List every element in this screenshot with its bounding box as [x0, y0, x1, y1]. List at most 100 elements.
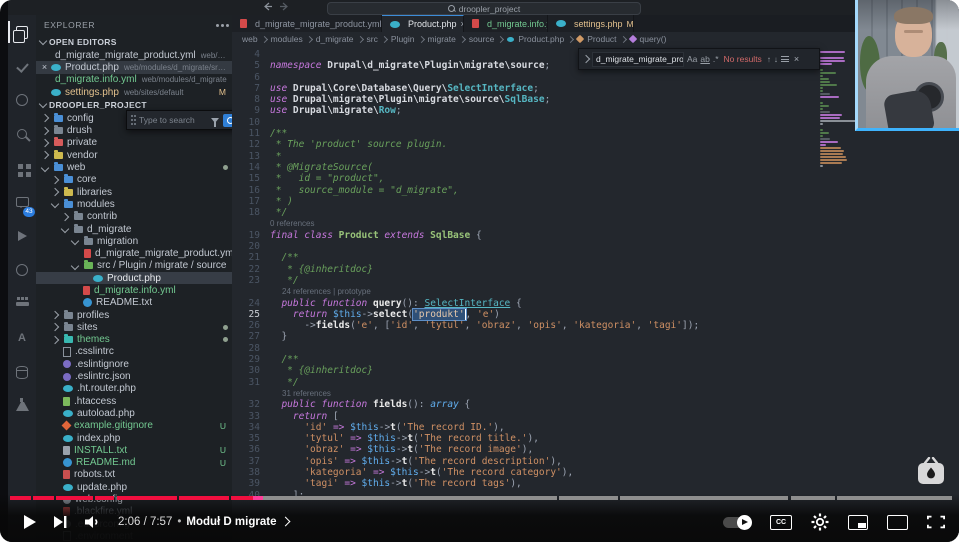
editor-pane[interactable]: d_migrate_migrate_product.yml Product.php… — [232, 15, 959, 542]
next-match-icon[interactable]: ↓ — [774, 55, 778, 64]
filter-icon[interactable] — [211, 117, 220, 127]
chapter-chevron-icon[interactable] — [281, 516, 291, 527]
grip-icon[interactable] — [131, 115, 133, 117]
open-editors-header[interactable]: OPEN EDITORS — [36, 35, 232, 49]
chapter-segment[interactable] — [790, 496, 835, 500]
volume-button[interactable] — [76, 515, 108, 529]
tab-d-migrate-migrate-product-yml[interactable]: d_migrate_migrate_product.yml — [232, 15, 382, 32]
tree-item[interactable]: robots.txt — [36, 469, 232, 481]
back-icon[interactable] — [263, 2, 272, 11]
tree-item[interactable]: .eslintignore — [36, 358, 232, 370]
settings-button[interactable] — [811, 513, 829, 531]
theater-button[interactable] — [887, 514, 908, 530]
whole-word-icon[interactable]: ab — [700, 54, 709, 64]
channel-watermark[interactable] — [914, 456, 948, 492]
tree-item[interactable]: autoload.php — [36, 407, 232, 419]
more-actions-icon[interactable] — [221, 23, 224, 27]
breadcrumb-item[interactable]: migrate — [428, 34, 456, 44]
breadcrumb-item[interactable]: d_migrate — [316, 34, 354, 44]
tree-item[interactable]: .csslintrc — [36, 346, 232, 358]
tree-item[interactable]: .eslintrc.json — [36, 370, 232, 382]
open-editor-item[interactable]: d_migrate_migrate_product.yml web/modules… — [36, 49, 232, 61]
prev-match-icon[interactable]: ↑ — [767, 55, 771, 64]
open-editor-item[interactable]: × Product.php web/modules/d_migrate/src/Pl… — [36, 61, 232, 74]
tab-settings-php[interactable]: settings.php M — [548, 15, 634, 32]
chapter-segment[interactable] — [179, 496, 229, 500]
chapter-title[interactable]: Moduł D migrate — [186, 516, 276, 528]
chapter-segment[interactable] — [116, 496, 178, 500]
activity-test-flask-icon[interactable] — [8, 389, 36, 423]
codelens[interactable]: 0 references — [232, 218, 818, 229]
tree-item[interactable]: d_migrate — [36, 223, 232, 235]
activity-search-icon[interactable] — [8, 117, 36, 151]
tree-item[interactable]: README.md U — [36, 457, 232, 469]
tree-item[interactable]: Product.php — [36, 272, 232, 285]
tab-d-migrate-info-yml[interactable]: d_migrate.info.yml — [464, 15, 548, 32]
command-center[interactable]: droopler_project — [327, 2, 641, 15]
breadcrumb-item[interactable]: Product.php — [518, 34, 564, 44]
breadcrumb-item[interactable]: web — [242, 34, 258, 44]
activity-extensions-icon[interactable] — [8, 151, 36, 185]
chapter-segment[interactable] — [231, 496, 557, 500]
tree-item[interactable]: themes — [36, 334, 232, 346]
regex-icon[interactable]: .* — [713, 54, 719, 64]
find-input[interactable]: d_migrate_migrate_proc — [592, 51, 684, 67]
fullscreen-button[interactable] — [927, 515, 945, 529]
tree-item[interactable]: libraries — [36, 186, 232, 198]
find-in-selection-icon[interactable] — [780, 56, 789, 62]
breadcrumb[interactable]: web modules d_migrate src Plugin migrate sourc… — [232, 32, 959, 46]
chapter-segment[interactable] — [95, 496, 115, 500]
chapter-segment[interactable] — [836, 496, 952, 500]
activity-php-icon[interactable] — [8, 253, 36, 287]
tree-item[interactable]: src / Plugin / migrate / source — [36, 260, 232, 272]
miniplayer-button[interactable] — [848, 514, 868, 530]
tree-item[interactable]: README.txt — [36, 297, 232, 309]
match-case-icon[interactable]: Aa — [687, 54, 697, 64]
tree-item[interactable]: profiles — [36, 309, 232, 321]
list-filter-widget[interactable]: Type to search × — [126, 110, 232, 130]
breadcrumb-item[interactable]: source — [469, 34, 495, 44]
codelens[interactable]: 24 references | prototype — [232, 286, 818, 297]
close-icon[interactable]: × — [794, 54, 799, 64]
minimap[interactable] — [818, 48, 860, 502]
tree-item[interactable]: d_migrate.info.yml — [36, 284, 232, 296]
play-button[interactable] — [14, 514, 44, 530]
open-editor-item[interactable]: d_migrate.info.yml web/modules/d_migrate — [36, 74, 232, 86]
breadcrumb-item[interactable]: Product — [587, 34, 616, 44]
tab-product-php[interactable]: Product.php× — [382, 15, 464, 32]
tree-item[interactable]: web — [36, 161, 232, 173]
autoplay-toggle[interactable] — [723, 514, 752, 530]
next-button[interactable] — [44, 515, 76, 529]
activity-docker-icon[interactable] — [8, 287, 36, 321]
activity-database-icon[interactable] — [8, 355, 36, 389]
forward-icon[interactable] — [280, 2, 289, 11]
tree-item[interactable]: core — [36, 174, 232, 186]
tree-item[interactable]: migration — [36, 235, 232, 247]
breadcrumb-item[interactable]: query() — [640, 34, 667, 44]
tree-item[interactable]: private — [36, 137, 232, 149]
tree-item[interactable]: INSTALL.txt U — [36, 444, 232, 456]
chapter-segment[interactable] — [620, 496, 789, 500]
tree-item[interactable]: sites — [36, 321, 232, 333]
chapter-segment[interactable] — [56, 496, 94, 500]
playhead-icon[interactable] — [253, 496, 263, 500]
progress-bar[interactable] — [0, 496, 959, 500]
activity-explorer-icon[interactable] — [8, 15, 36, 49]
activity-chat-icon[interactable]: 43 — [8, 185, 36, 219]
chapter-segment[interactable] — [33, 496, 55, 500]
tree-item[interactable]: d_migrate_migrate_product.yml — [36, 247, 232, 259]
search-button[interactable] — [223, 113, 232, 127]
tree-item[interactable]: vendor — [36, 149, 232, 161]
code-editor[interactable]: 4 5 namespace Drupal\d_migrate\Plugin\migr… — [232, 46, 818, 542]
chapter-segment[interactable] — [558, 496, 619, 500]
chapter-segment[interactable] — [9, 496, 32, 500]
open-editor-item[interactable]: settings.php web/sites/default M — [36, 86, 232, 98]
tree-item[interactable]: example.gitignore U — [36, 420, 232, 432]
breadcrumb-item[interactable]: modules — [271, 34, 303, 44]
activity-run-icon[interactable] — [8, 219, 36, 253]
activity-source-control-check-icon[interactable] — [8, 49, 36, 83]
activity-debug-icon[interactable] — [8, 83, 36, 117]
filter-input[interactable]: Type to search — [139, 115, 207, 125]
close-icon[interactable]: × — [40, 62, 49, 72]
tree-item[interactable]: index.php — [36, 432, 232, 444]
